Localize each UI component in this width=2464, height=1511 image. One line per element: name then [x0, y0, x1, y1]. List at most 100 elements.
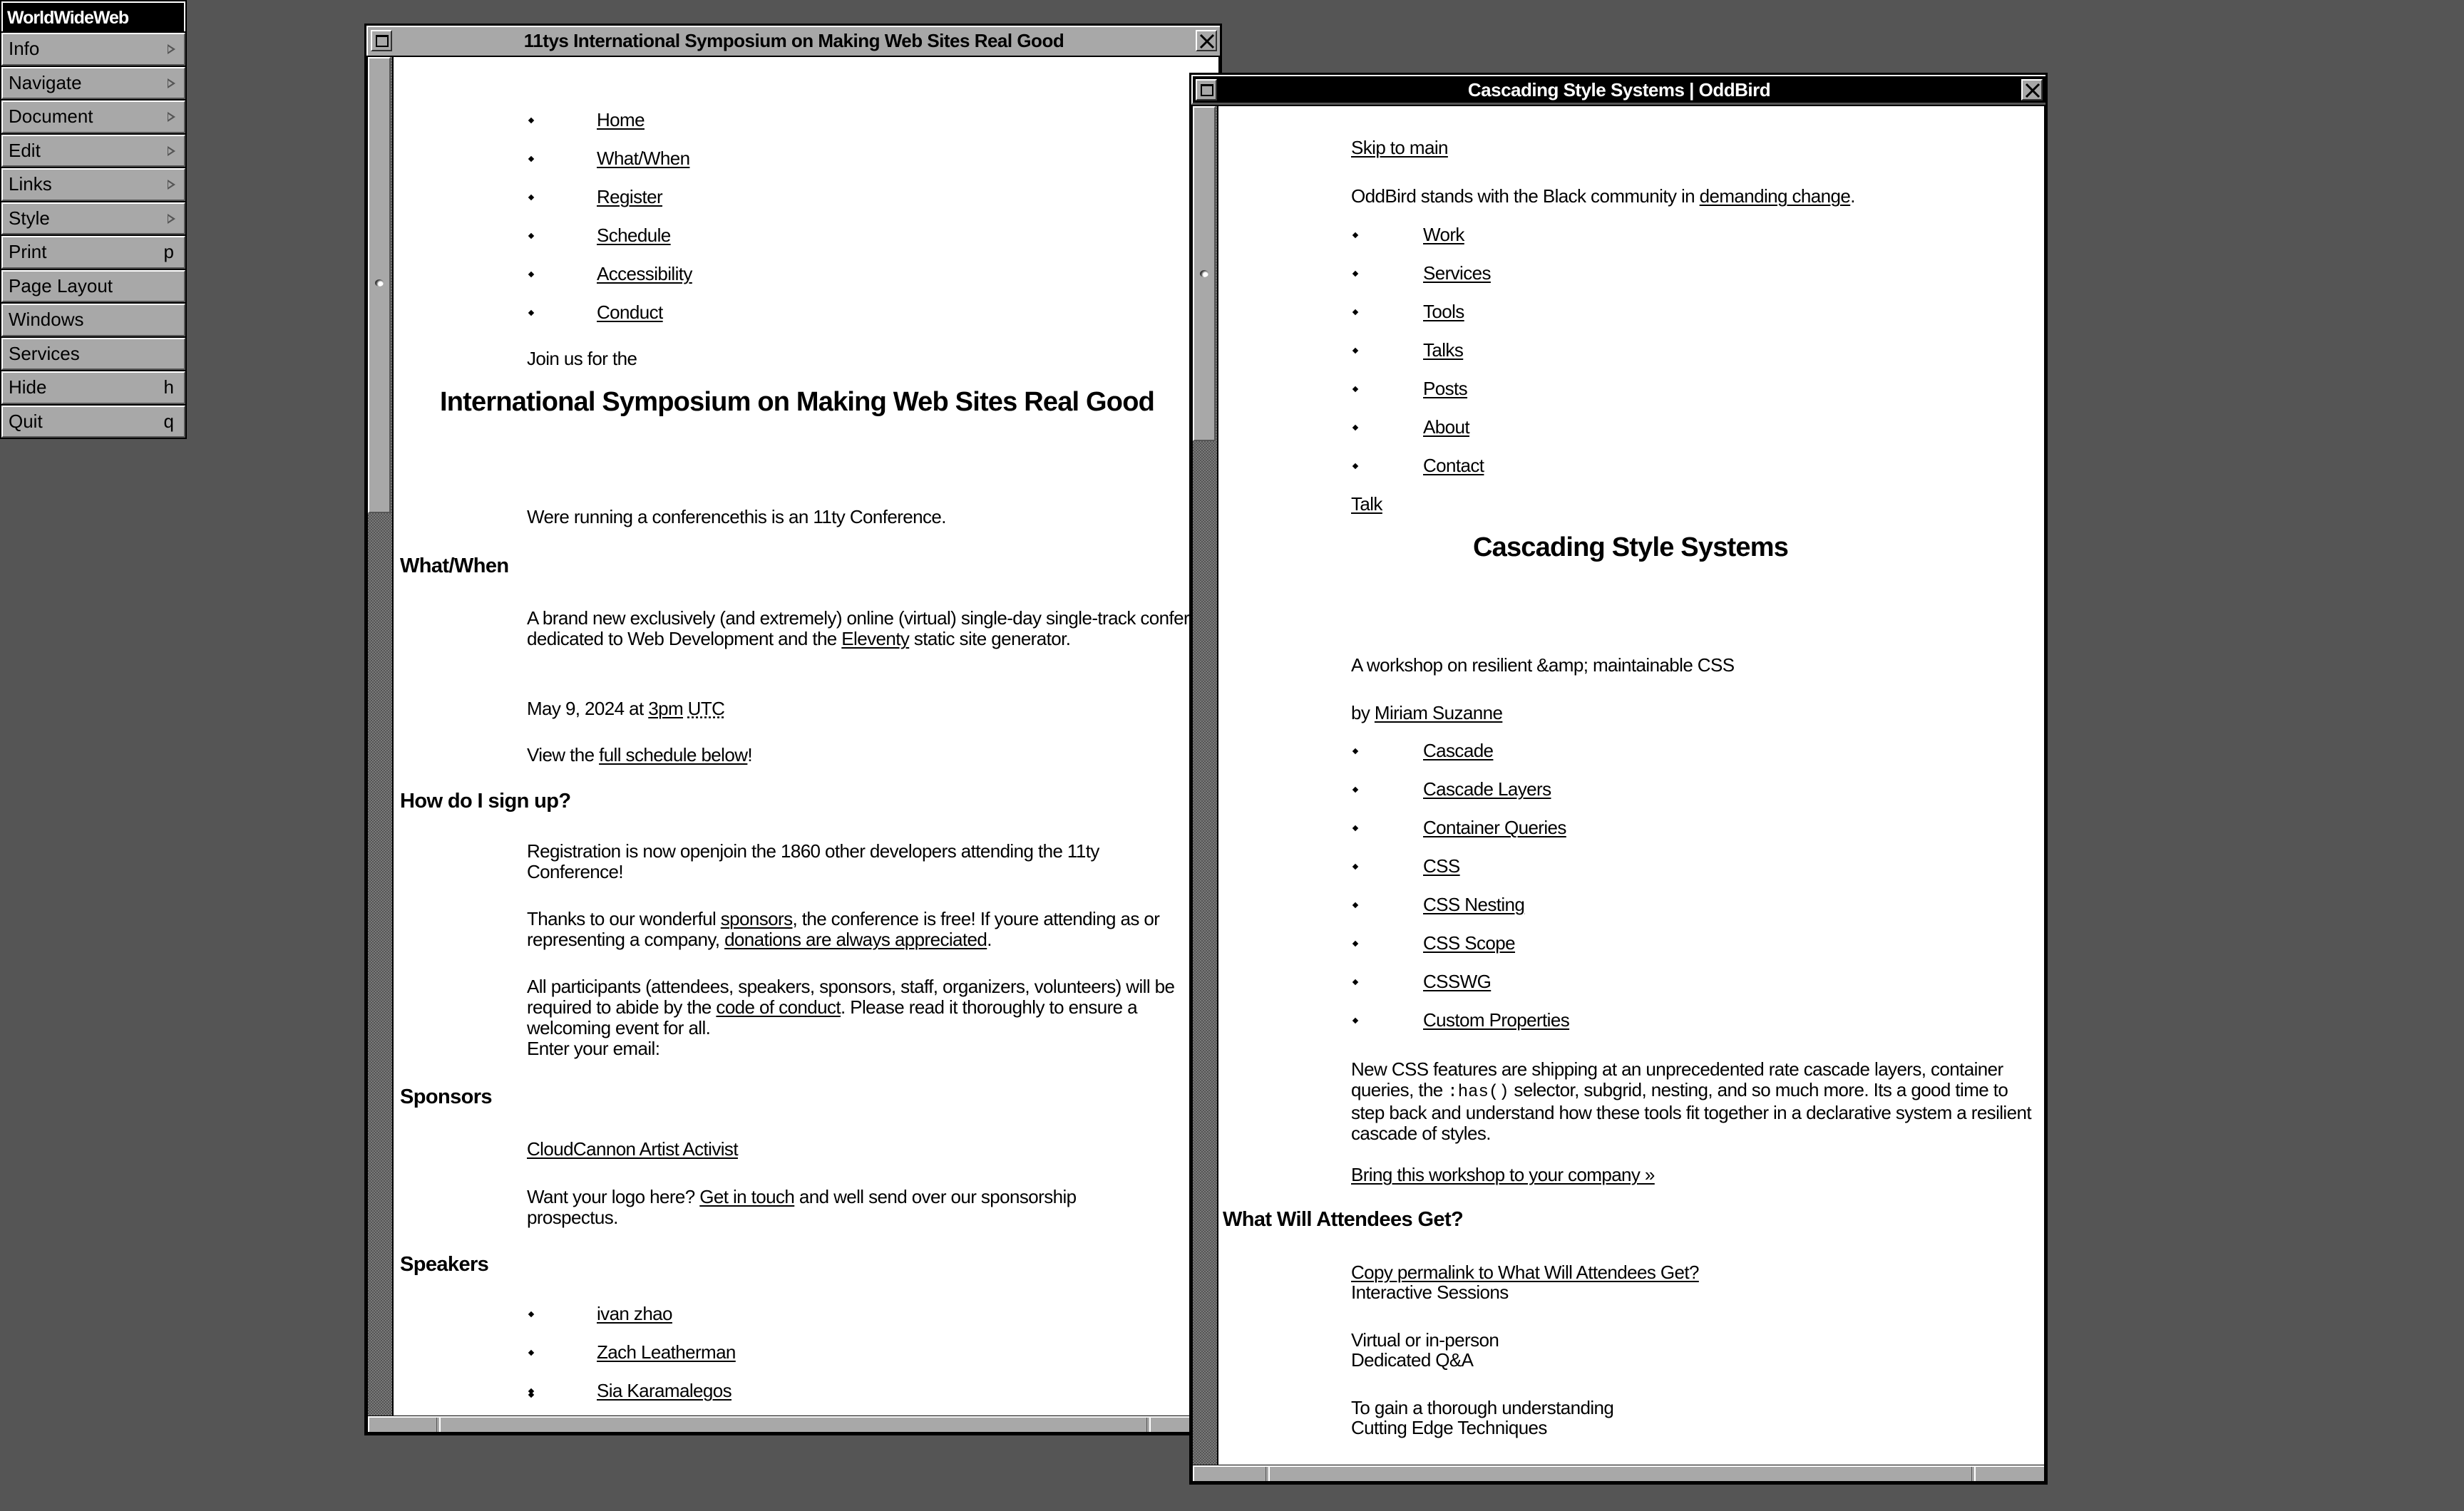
- event-date: May 9, 2024 at 3pm UTC: [527, 698, 725, 719]
- bullet-icon: [1352, 1017, 1359, 1024]
- tag-link-cascade-layers[interactable]: Cascade Layers: [1423, 779, 1551, 800]
- menu-item-page-layout[interactable]: Page Layout: [1, 269, 185, 302]
- speaker-link-zach-leatherman[interactable]: Zach Leatherman: [597, 1342, 736, 1363]
- menu-item-label: Quit: [9, 410, 43, 432]
- menu-item-windows[interactable]: Windows: [1, 304, 185, 336]
- tag-link-cascade[interactable]: Cascade: [1423, 741, 1494, 761]
- donations-link[interactable]: donations are always appreciated: [724, 929, 987, 950]
- bullet-icon: [1352, 748, 1359, 755]
- titlebar[interactable]: Cascading Style Systems | OddBird: [1191, 75, 2045, 105]
- shortcut-key: q: [163, 410, 174, 432]
- get-in-touch-link[interactable]: Get in touch: [699, 1186, 795, 1207]
- horizontal-scrollbar[interactable]: [1193, 1465, 2044, 1481]
- speaker-link-sia-karamalegos[interactable]: Sia Karamalegos: [597, 1381, 732, 1401]
- text: Want your logo here?: [527, 1186, 700, 1207]
- nav-link-about[interactable]: About: [1423, 417, 1470, 438]
- page-heading: Cascading Style Systems: [1473, 532, 1789, 562]
- view-schedule: View the full schedule below!: [527, 744, 753, 765]
- cta-wrapper: Bring this workshop to your company »: [1351, 1165, 1655, 1185]
- bullet-icon: [1352, 347, 1359, 354]
- heading-attendees: What Will Attendees Get?: [1223, 1208, 1464, 1231]
- demanding-change-link[interactable]: demanding change: [1700, 185, 1851, 207]
- knob-dimple-icon: [1200, 270, 1208, 277]
- nav-link-contact[interactable]: Contact: [1423, 455, 1484, 476]
- copy-permalink-link[interactable]: Copy permalink to What Will Attendees Ge…: [1351, 1262, 1699, 1283]
- code-of-conduct-link[interactable]: code of conduct: [716, 996, 841, 1018]
- skip-link-wrapper: Skip to main: [1351, 138, 1448, 158]
- bullet-icon: [528, 309, 535, 316]
- document-content: Home What/When Register Schedule Accessibili…: [394, 57, 1218, 1415]
- menu-item-services[interactable]: Services: [1, 337, 185, 370]
- knob-dimple-icon: [375, 279, 384, 287]
- menu-item-label: Style: [9, 207, 50, 229]
- horizontal-scrollbar[interactable]: [368, 1416, 1218, 1432]
- titlebar[interactable]: 11tys International Symposium on Making …: [366, 26, 1220, 56]
- sponsor-link[interactable]: CloudCannon Artist Activist: [527, 1138, 739, 1160]
- tag-link-container-queries[interactable]: Container Queries: [1423, 818, 1566, 838]
- menu-item-info[interactable]: Info: [1, 33, 185, 66]
- nav-link-talks[interactable]: Talks: [1423, 340, 1464, 361]
- miniaturize-button[interactable]: [371, 30, 392, 51]
- speaker-link-ivan-zhao[interactable]: ivan zhao: [597, 1304, 673, 1324]
- code-snippet: :has(): [1447, 1083, 1509, 1102]
- menu-item-quit[interactable]: Quit q: [1, 405, 185, 438]
- tag-link-css-scope[interactable]: CSS Scope: [1423, 933, 1516, 954]
- nav-link-posts[interactable]: Posts: [1423, 378, 1468, 399]
- heading-what-when: What/When: [400, 555, 509, 577]
- nav-link-work[interactable]: Work: [1423, 225, 1464, 245]
- sponsor-cta: Want your logo here? Get in touch and we…: [527, 1187, 1154, 1228]
- scroll-knob[interactable]: [368, 57, 391, 513]
- close-button[interactable]: [2021, 79, 2043, 100]
- time-link[interactable]: 3pm: [648, 698, 683, 719]
- menu-item-style[interactable]: Style: [1, 202, 185, 234]
- bullet-icon: [528, 117, 535, 124]
- close-button[interactable]: [1196, 30, 1217, 51]
- tag-link-custom-properties[interactable]: Custom Properties: [1423, 1010, 1570, 1031]
- talk-link[interactable]: Talk: [1351, 493, 1382, 515]
- tag-link-css[interactable]: CSS: [1423, 856, 1460, 877]
- sponsors-link[interactable]: sponsors: [721, 908, 793, 929]
- author-link[interactable]: Miriam Suzanne: [1375, 702, 1503, 723]
- heading-sponsors: Sponsors: [400, 1085, 493, 1108]
- email-label: Enter your email:: [527, 1038, 660, 1059]
- menu-item-hide[interactable]: Hide h: [1, 371, 185, 404]
- breadcrumb: Talk: [1351, 494, 1382, 515]
- menu-item-label: Hide: [9, 376, 47, 398]
- bullet-icon: [528, 194, 535, 201]
- menu-item-edit[interactable]: Edit: [1, 134, 185, 167]
- bullet-icon: [1352, 424, 1359, 431]
- menu-item-document[interactable]: Document: [1, 100, 185, 133]
- text: May 9, 2024 at: [527, 698, 649, 719]
- bring-workshop-link[interactable]: Bring this workshop to your company »: [1351, 1164, 1655, 1185]
- scroll-divider: [436, 1418, 441, 1432]
- bullet-icon: [528, 1391, 535, 1398]
- bullet-icon: [1352, 463, 1359, 470]
- bullet-icon: [1352, 902, 1359, 909]
- scroll-divider: [1146, 1418, 1151, 1432]
- bullet-icon: [1352, 270, 1359, 277]
- bullet-icon: [528, 232, 535, 239]
- vertical-scrollbar[interactable]: [1193, 106, 1217, 1465]
- close-icon: [2025, 83, 2040, 98]
- nav-link-what-when[interactable]: What/When: [597, 148, 690, 169]
- vertical-scrollbar[interactable]: [368, 57, 392, 1415]
- nav-link-accessibility[interactable]: Accessibility: [597, 264, 692, 284]
- nav-link-services[interactable]: Services: [1423, 263, 1492, 284]
- menu-item-navigate[interactable]: Navigate: [1, 66, 185, 99]
- scroll-knob[interactable]: [1193, 106, 1216, 441]
- eleventy-link[interactable]: Eleventy: [841, 628, 910, 649]
- menu-item-print[interactable]: Print p: [1, 236, 185, 269]
- nav-link-conduct[interactable]: Conduct: [597, 302, 663, 323]
- attendee-benefit: To gain a thorough understanding: [1351, 1397, 1614, 1418]
- nav-link-tools[interactable]: Tools: [1423, 301, 1464, 322]
- nav-link-home[interactable]: Home: [597, 110, 645, 130]
- skip-to-main-link[interactable]: Skip to main: [1351, 137, 1448, 158]
- nav-link-schedule[interactable]: Schedule: [597, 225, 671, 246]
- nav-link-register[interactable]: Register: [597, 187, 663, 207]
- tag-link-csswg[interactable]: CSSWG: [1423, 971, 1492, 992]
- full-schedule-link[interactable]: full schedule below: [599, 744, 748, 765]
- bullet-icon: [1352, 940, 1359, 947]
- menu-item-links[interactable]: Links: [1, 168, 185, 201]
- tag-link-css-nesting[interactable]: CSS Nesting: [1423, 894, 1525, 915]
- miniaturize-button[interactable]: [1196, 79, 1217, 100]
